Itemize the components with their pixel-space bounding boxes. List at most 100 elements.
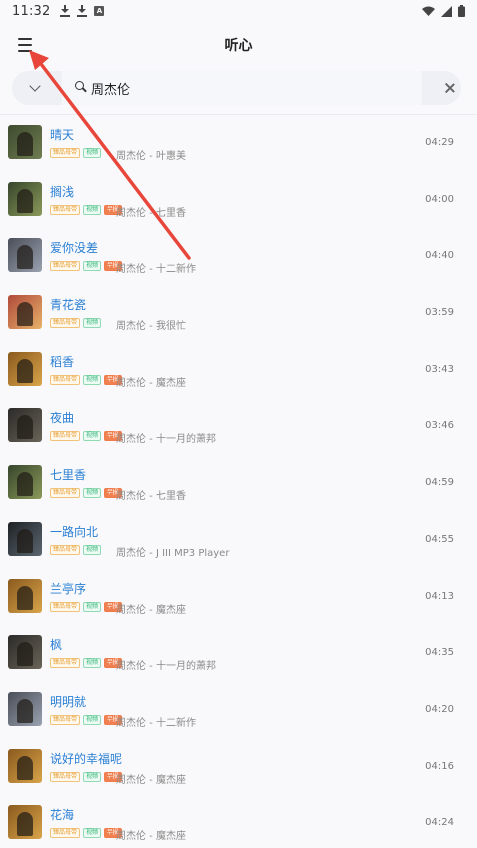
song-duration: 04:40 (425, 250, 454, 262)
mv-badge: 视频 (83, 488, 102, 499)
song-artist-album: 周杰伦 - 魔杰座 (116, 377, 186, 389)
quality-badge: 臻品母带 (50, 601, 81, 612)
song-artist-album: 周杰伦 - 七里香 (116, 491, 186, 503)
song-tags: 臻品母带 视频 무损 (50, 204, 122, 215)
album-cover (8, 635, 42, 670)
song-title: 青花瓷 (50, 298, 87, 313)
mv-badge: 视频 (83, 204, 102, 215)
download-icon (60, 5, 71, 17)
song-tags: 臻品母带 视频 무损 (50, 488, 122, 499)
song-duration: 04:13 (425, 590, 454, 602)
song-row[interactable]: 花海 臻品母带 视频 무损 周杰伦 - 魔杰座 04:24 (0, 795, 477, 848)
song-artist-album: 周杰伦 - 十二新作 (116, 264, 196, 276)
search-input[interactable] (91, 71, 391, 105)
song-duration: 03:59 (425, 307, 454, 319)
quality-badge: 臻品母带 (50, 771, 81, 782)
song-row[interactable]: 爱你没差 臻品母带 视频 무损 周杰伦 - 十二新作 04:40 (0, 228, 477, 285)
song-artist-album: 周杰伦 - 十一月的萧邦 (116, 434, 216, 446)
song-tags: 臻品母带 视频 (50, 318, 102, 329)
song-artist-album: 周杰伦 - 魔杰座 (116, 604, 186, 616)
album-cover (8, 691, 42, 726)
song-tags: 臻品母带 视频 무损 (50, 601, 122, 612)
song-title: 说好的幸福呢 (50, 751, 123, 766)
song-title: 花海 (50, 808, 75, 823)
song-artist-album: 周杰伦 - 魔杰座 (116, 774, 186, 786)
clear-icon[interactable] (444, 82, 456, 94)
status-time: 11:32 (12, 3, 51, 19)
song-duration: 04:29 (425, 137, 454, 148)
mv-badge: 视频 (83, 544, 102, 555)
album-cover (8, 805, 42, 840)
song-tags: 臻品母带 视频 무损 (50, 431, 122, 442)
album-cover (8, 748, 42, 783)
song-row[interactable]: 青花瓷臻品母带 视频 周杰伦 - 我很忙 03:59 (0, 285, 477, 342)
song-title: 七里香 (50, 468, 87, 483)
song-tags: 臻品母带 视频 (50, 544, 102, 555)
song-row[interactable]: 晴天臻品母带 视频 周杰伦 - 叶惠美 04:29 (0, 115, 477, 172)
song-row[interactable]: 一路向北 臻品母带 视频 周杰伦 - J III MP3 Player 04:55 (0, 512, 477, 569)
album-cover (8, 238, 42, 273)
mv-badge: 视频 (83, 431, 102, 442)
quality-badge: 臻品母带 (50, 658, 81, 669)
song-tags: 臻品母带 视频 무损 (50, 828, 122, 839)
chevron-down-icon[interactable] (30, 82, 40, 92)
song-row[interactable]: 说好的幸福呢 臻品母带 视频 무损 周杰伦 - 魔杰座 04:16 (0, 739, 477, 796)
song-row[interactable]: 夜曲 臻品母带 视频 무损 周杰伦 - 十一月的萧邦 03:46 (0, 398, 477, 455)
search-field (62, 71, 422, 105)
song-title: 一路向北 (50, 524, 99, 539)
notification-icons: A (60, 5, 105, 17)
album-cover (8, 351, 42, 386)
quality-badge: 臻品母带 (50, 204, 81, 215)
song-duration: 03:43 (425, 363, 454, 375)
mv-badge: 视频 (83, 771, 102, 782)
song-row[interactable]: 搁浅 臻品母带 视频 무损 周杰伦 - 七里香 04:00 (0, 172, 477, 229)
album-cover (8, 578, 42, 613)
song-row[interactable]: 兰亭序臻品母带 视频 무损 周杰伦 - 魔杰座 04:13 (0, 569, 477, 626)
song-title: 稻香 (50, 354, 75, 369)
song-row[interactable]: 明明就 臻品母带 视频 무损 周杰伦 - 十二新作 04:20 (0, 682, 477, 739)
quality-badge: 臻品母带 (50, 148, 81, 158)
mv-badge: 视频 (83, 828, 102, 839)
search-bar (12, 71, 461, 105)
song-title: 夜曲 (50, 411, 75, 426)
song-row[interactable]: 枫臻品母带 视频 무损 周杰伦 - 十一月的萧邦 04:35 (0, 625, 477, 682)
song-artist-album: 周杰伦 - 十二新作 (116, 717, 196, 729)
song-duration: 04:59 (425, 477, 454, 489)
song-tags: 臻品母带 视频 무损 (50, 658, 122, 669)
mv-badge: 视频 (83, 601, 102, 612)
song-list: 晴天 臻品母带 视频 周杰伦 - 叶惠美 04:29 搁浅 臻品母带 视频 무损 周杰伦 - 七里… (0, 115, 477, 848)
song-duration: 04:20 (425, 703, 454, 715)
quality-badge: 臻品母带 (50, 714, 81, 725)
quality-badge: 臻品母带 (50, 544, 81, 555)
album-cover (8, 465, 42, 500)
quality-badge: 臻品母带 (50, 374, 81, 385)
song-title: 晴天 (50, 128, 75, 142)
song-title: 搁浅 (50, 184, 75, 199)
mv-badge: 视频 (83, 318, 102, 329)
song-title: 枫 (50, 638, 63, 653)
song-title: 兰亭序 (50, 581, 87, 596)
song-artist-album: 周杰伦 - 叶惠美 (116, 151, 186, 162)
app-header: 听心 (0, 22, 477, 68)
wifi-icon (422, 6, 435, 16)
page-title: 听心 (224, 38, 253, 54)
menu-icon[interactable] (18, 36, 38, 54)
album-cover (8, 181, 42, 216)
album-cover (8, 521, 42, 556)
system-icons (422, 5, 465, 17)
mv-badge: 视频 (83, 148, 102, 158)
song-row[interactable]: 七里香臻品母带 视频 무损 周杰伦 - 七里香 04:59 (0, 455, 477, 512)
song-artist-album: 周杰伦 - 十一月的萧邦 (116, 661, 216, 673)
song-tags: 臻品母带 视频 무损 (50, 714, 122, 725)
quality-badge: 臻品母带 (50, 488, 81, 499)
song-tags: 臻品母带 视频 무损 (50, 374, 122, 385)
song-artist-album: 周杰伦 - J III MP3 Player (116, 547, 230, 559)
app-notification-icon: A (94, 6, 105, 16)
song-artist-album: 周杰伦 - 我很忙 (116, 321, 186, 333)
song-row[interactable]: 稻香臻品母带 视频 무损 周杰伦 - 魔杰座 03:43 (0, 342, 477, 399)
album-cover (8, 125, 42, 159)
song-tags: 臻品母带 视频 (50, 148, 102, 158)
mv-badge: 视频 (83, 658, 102, 669)
song-title: 爱你没差 (50, 241, 99, 256)
battery-icon (458, 5, 465, 17)
